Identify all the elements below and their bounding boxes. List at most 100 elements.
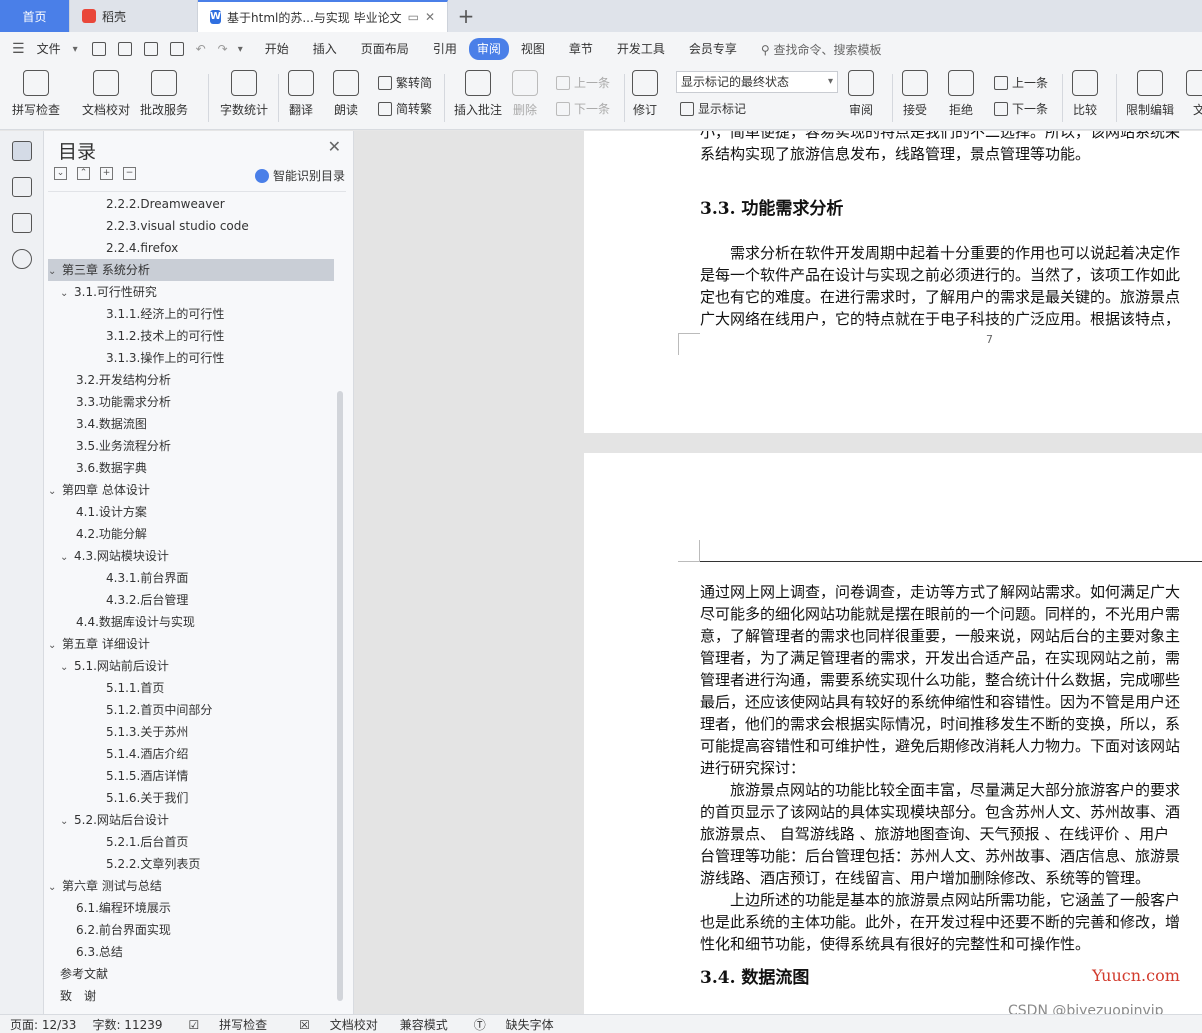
status-proof[interactable]: ☒ 文档校对 <box>289 1016 384 1033</box>
status-spell[interactable]: ☑ 拼写检查 <box>179 1016 274 1033</box>
status-page[interactable]: 页面: 12/33 <box>10 1016 76 1033</box>
chevron-down-icon[interactable]: ▾ <box>73 44 78 55</box>
toc-item[interactable]: 5.1.5.酒店详情 <box>48 765 334 787</box>
tab-home[interactable]: 首页 <box>0 0 70 32</box>
toc-item[interactable]: 6.2.前台界面实现 <box>48 919 334 941</box>
trad-to-simp-button[interactable]: 繁转简 <box>378 74 432 91</box>
toc-item[interactable]: ⌄ 5.1.网站前后设计 <box>48 655 334 677</box>
toc-scrollbar[interactable] <box>337 391 343 1001</box>
chevron-down-icon[interactable]: ⌄ <box>60 657 74 679</box>
status-words[interactable]: 字数: 11239 <box>92 1016 162 1033</box>
toc-item[interactable]: 2.2.3.visual studio code <box>48 215 334 237</box>
menu-section[interactable]: 章节 <box>557 38 605 60</box>
chapter-icon[interactable] <box>12 177 32 197</box>
new-tab-button[interactable]: + <box>448 0 484 32</box>
toc-item[interactable]: 3.6.数据字典 <box>48 457 334 479</box>
toc-item[interactable]: 5.1.3.关于苏州 <box>48 721 334 743</box>
chevron-down-icon[interactable]: ⌄ <box>60 283 74 305</box>
print-icon[interactable] <box>143 42 158 56</box>
word-count-button[interactable]: 字数统计 <box>220 70 268 118</box>
toc-item[interactable]: ⌄ 第六章 测试与总结 <box>48 875 334 897</box>
toc-item[interactable]: 2.2.2.Dreamweaver <box>48 193 334 215</box>
toc-item[interactable]: ⌄ 第三章 系统分析 <box>48 259 334 281</box>
undo-icon[interactable]: ↶ <box>196 42 206 56</box>
toc-icon[interactable] <box>12 141 32 161</box>
tab-daoke[interactable]: 稻壳 <box>70 0 198 32</box>
delete-comment-button[interactable]: 删除 <box>512 70 538 118</box>
document-canvas[interactable]: 小，简单便捷，容易实现的特点是我们的不二选择。所以，该网站系统采 系结构实现了旅… <box>354 131 1202 1014</box>
chevron-down-icon[interactable]: ⌄ <box>60 811 74 833</box>
menu-view[interactable]: 视图 <box>509 38 557 60</box>
annotate-service-button[interactable]: 批改服务 <box>140 70 188 118</box>
toc-item[interactable]: 4.3.2.后台管理 <box>48 589 334 611</box>
prev-comment-button[interactable]: 上一条 <box>556 74 610 91</box>
close-tab-icon[interactable]: ✕ <box>425 10 435 24</box>
toc-item[interactable]: 3.4.数据流图 <box>48 413 334 435</box>
toc-item[interactable]: 3.5.业务流程分析 <box>48 435 334 457</box>
toc-item[interactable]: ⌄ 4.3.网站模块设计 <box>48 545 334 567</box>
menu-start[interactable]: 开始 <box>253 38 301 60</box>
toc-item[interactable]: 5.2.1.后台首页 <box>48 831 334 853</box>
print-preview-icon[interactable] <box>169 42 184 56</box>
toc-item[interactable]: 2.2.4.firefox <box>48 237 334 259</box>
chevron-down-icon[interactable]: ⌄ <box>60 547 74 569</box>
simp-to-trad-button[interactable]: 简转繁 <box>378 100 432 117</box>
status-compat[interactable]: 兼容模式 <box>400 1016 448 1033</box>
menu-review[interactable]: 审阅 <box>468 38 509 60</box>
toc-item[interactable]: 4.4.数据库设计与实现 <box>48 611 334 633</box>
chevron-down-icon[interactable]: ⌄ <box>48 261 62 283</box>
toc-item[interactable]: 3.3.功能需求分析 <box>48 391 334 413</box>
toc-item[interactable]: 3.2.开发结构分析 <box>48 369 334 391</box>
chevron-down-icon[interactable]: ⌄ <box>48 635 62 657</box>
window-icon[interactable]: ▭ <box>408 10 419 24</box>
toc-item[interactable]: 3.1.3.操作上的可行性 <box>48 347 334 369</box>
menu-reference[interactable]: 引用 <box>421 38 469 60</box>
prev-change-button[interactable]: 上一条 <box>994 74 1048 91</box>
markup-display-select[interactable]: 显示标记的最终状态 <box>676 71 838 93</box>
revise-button[interactable]: 修订 <box>632 70 658 118</box>
show-markup-button[interactable]: 显示标记 <box>680 100 746 117</box>
toc-item[interactable]: 6.3.总结 <box>48 941 334 963</box>
toc-item[interactable]: ⌄ 5.2.网站后台设计 <box>48 809 334 831</box>
toc-item[interactable]: 4.2.功能分解 <box>48 523 334 545</box>
menu-devtools[interactable]: 开发工具 <box>605 38 677 60</box>
toc-item[interactable]: 致 谢 <box>48 985 334 1007</box>
toc-item[interactable]: 参考文献 <box>48 963 334 985</box>
toc-item[interactable]: 4.3.1.前台界面 <box>48 567 334 589</box>
toc-item[interactable]: 5.1.6.关于我们 <box>48 787 334 809</box>
reject-button[interactable]: 拒绝 <box>948 70 974 118</box>
translate-button[interactable]: 翻译 <box>288 70 314 118</box>
next-comment-button[interactable]: 下一条 <box>556 100 610 117</box>
smart-toc-button[interactable]: 智能识别目录 <box>254 167 345 184</box>
menu-layout[interactable]: 页面布局 <box>349 38 421 60</box>
toc-item[interactable]: 6.1.编程环境展示 <box>48 897 334 919</box>
minus-icon[interactable]: − <box>123 167 136 180</box>
tab-document[interactable]: W 基于html的苏...与实现 毕业论文 ▭ ✕ <box>198 0 448 32</box>
accept-button[interactable]: 接受 <box>902 70 928 118</box>
toc-item[interactable]: 5.1.1.首页 <box>48 677 334 699</box>
toc-item[interactable]: ⌄ 第五章 详细设计 <box>48 633 334 655</box>
toc-item[interactable]: 3.1.1.经济上的可行性 <box>48 303 334 325</box>
compare-button[interactable]: 比较 <box>1072 70 1098 118</box>
collapse-all-icon[interactable]: ⌄ <box>54 167 67 180</box>
next-change-button[interactable]: 下一条 <box>994 100 1048 117</box>
command-search[interactable]: ⚲ 查找命令、搜索模板 <box>761 41 882 58</box>
toc-item[interactable]: 4.1.设计方案 <box>48 501 334 523</box>
redo-icon[interactable]: ↷ <box>218 42 228 56</box>
toc-item[interactable]: 3.1.2.技术上的可行性 <box>48 325 334 347</box>
chevron-down-icon[interactable]: ⌄ <box>48 877 62 899</box>
restrict-edit-button[interactable]: 限制编辑 <box>1126 70 1174 118</box>
menu-member[interactable]: 会员专享 <box>677 38 749 60</box>
more-icon[interactable]: ▾ <box>238 44 243 55</box>
toc-item[interactable]: 5.2.2.文章列表页 <box>48 853 334 875</box>
insert-comment-button[interactable]: 插入批注 <box>454 70 502 118</box>
bookmark-icon[interactable] <box>12 213 32 233</box>
expand-up-icon[interactable]: ⌃ <box>77 167 90 180</box>
toc-item[interactable]: 5.1.2.首页中间部分 <box>48 699 334 721</box>
status-missing-font[interactable]: Ⓣ 缺失字体 <box>464 1016 560 1033</box>
doc-proof-button[interactable]: 文档校对 <box>82 70 130 118</box>
doc-permission-button[interactable]: 文 <box>1186 70 1202 118</box>
toc-item[interactable]: ⌄ 第四章 总体设计 <box>48 479 334 501</box>
read-aloud-button[interactable]: 朗读 <box>333 70 359 118</box>
close-icon[interactable]: ✕ <box>328 137 341 156</box>
